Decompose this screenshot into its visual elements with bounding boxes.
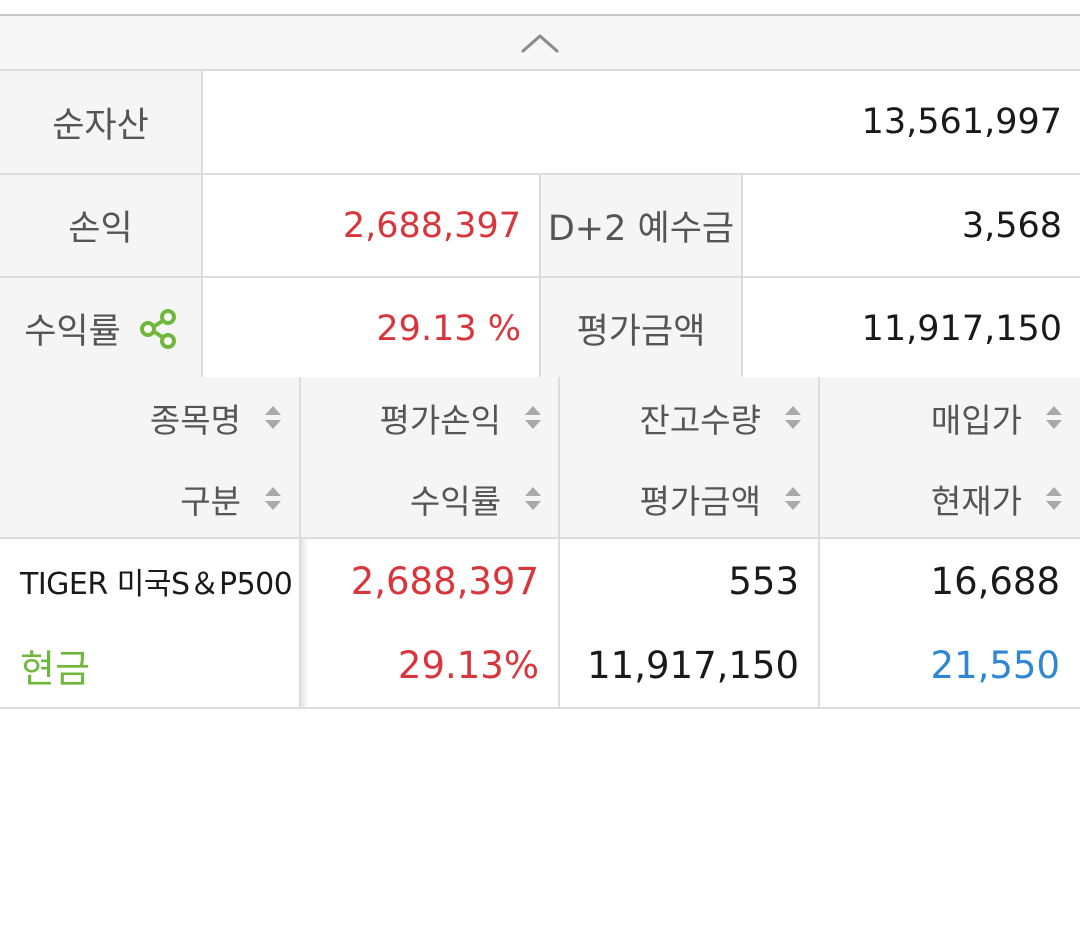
row-eval-profit: 2,688,397 xyxy=(350,559,539,603)
sort-arrows-icon xyxy=(525,487,541,510)
collapse-toggle[interactable] xyxy=(0,16,1080,71)
header-eval-profit-label: 평가손익 xyxy=(379,400,501,440)
sort-header-eval-amount[interactable]: 평가금액 xyxy=(560,458,819,539)
header-quantity-label: 잔고수량 xyxy=(639,400,761,440)
chevron-up-icon xyxy=(521,34,559,52)
sort-header-purchase-price[interactable]: 매입가 xyxy=(820,377,1080,458)
header-current-price-label: 현재가 xyxy=(930,481,1022,521)
stock-type: 현금 xyxy=(20,646,90,691)
header-quantity: 잔고수량 평가금액 xyxy=(560,377,819,539)
header-name: 종목명 구분 xyxy=(0,377,299,539)
eval-amount-value: 11,917,150 xyxy=(740,276,1080,381)
sort-header-return-rate[interactable]: 수익률 xyxy=(301,458,559,539)
return-label: 수익률 xyxy=(24,312,121,352)
header-type-label: 구분 xyxy=(180,481,241,521)
header-name-label: 종목명 xyxy=(149,400,241,440)
share-icon[interactable] xyxy=(139,308,177,349)
return-label-cell: 수익률 xyxy=(0,276,203,381)
sort-arrows-icon xyxy=(785,487,801,510)
header-eval-profit: 평가손익 수익률 xyxy=(301,377,559,539)
sort-header-type[interactable]: 구분 xyxy=(0,458,299,539)
sort-arrows-icon xyxy=(1046,487,1062,510)
header-purchase-price-label: 매입가 xyxy=(930,400,1022,440)
column-purchase-price: 매입가 현재가 16,688 21,550 xyxy=(820,377,1080,708)
sort-arrows-icon xyxy=(525,406,541,429)
profit-label: 손익 xyxy=(0,173,203,278)
sort-arrows-icon xyxy=(785,406,801,429)
sort-arrows-icon xyxy=(265,487,281,510)
net-assets-value: 13,561,997 xyxy=(200,71,1080,175)
row-eval-amount: 11,917,150 xyxy=(587,643,799,687)
holdings-table: 종목명 구분 TIGER 미국S＆P500 현금 평가손익 수익률 2,688,… xyxy=(0,377,1080,708)
net-assets-label: 순자산 xyxy=(0,71,203,175)
row-purchase-price: 16,688 xyxy=(930,559,1060,603)
profit-value: 2,688,397 xyxy=(201,173,541,278)
header-purchase-price: 매입가 현재가 xyxy=(820,377,1080,539)
header-eval-amount-label: 평가금액 xyxy=(639,481,761,521)
return-value: 29.13 % xyxy=(201,276,541,381)
sort-arrows-icon xyxy=(1046,406,1062,429)
column-eval-profit: 평가손익 수익률 2,688,397 29.13% xyxy=(301,377,559,708)
row-current-price: 21,550 xyxy=(930,643,1060,687)
deposit-label: D+2 예수금 xyxy=(539,173,743,278)
row-return-rate: 29.13% xyxy=(397,643,539,687)
column-quantity: 잔고수량 평가금액 553 11,917,150 xyxy=(560,377,819,708)
sort-header-eval-profit[interactable]: 평가손익 xyxy=(301,377,559,458)
row-quantity: 553 xyxy=(728,559,799,603)
sort-header-quantity[interactable]: 잔고수량 xyxy=(560,377,819,458)
column-name: 종목명 구분 TIGER 미국S＆P500 현금 xyxy=(0,377,299,708)
header-return-rate-label: 수익률 xyxy=(409,481,501,521)
account-summary: 순자산 13,561,997 손익 2,688,397 D+2 예수금 3,56… xyxy=(0,71,1080,381)
sort-arrows-icon xyxy=(265,406,281,429)
table-bottom-divider xyxy=(0,707,1080,709)
eval-amount-label: 평가금액 xyxy=(539,276,743,381)
sort-header-current-price[interactable]: 현재가 xyxy=(820,458,1080,539)
sort-header-name[interactable]: 종목명 xyxy=(0,377,299,458)
deposit-value: 3,568 xyxy=(740,173,1080,278)
stock-name[interactable]: TIGER 미국S＆P500 xyxy=(0,539,299,623)
